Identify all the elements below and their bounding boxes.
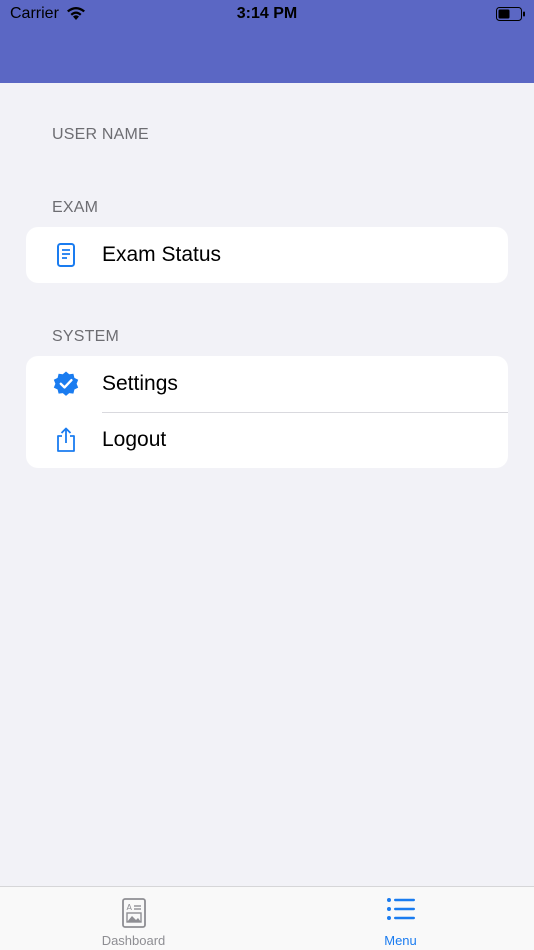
- status-time: 3:14 PM: [236, 5, 298, 22]
- list-icon: [267, 897, 534, 929]
- exam-group: Exam Status: [26, 227, 508, 283]
- dashboard-icon: A: [0, 897, 267, 929]
- logout-row[interactable]: Logout: [26, 412, 508, 468]
- settings-label: Settings: [102, 372, 178, 395]
- navigation-bar: [0, 28, 534, 83]
- settings-row[interactable]: Settings: [26, 356, 508, 412]
- exam-status-label: Exam Status: [102, 243, 222, 266]
- system-section-header: SYSTEM: [52, 328, 119, 345]
- exam-status-row[interactable]: Exam Status: [26, 227, 508, 283]
- status-bar: Carrier 3:14 PM: [0, 0, 534, 28]
- user-name-label: USER NAME: [52, 126, 149, 143]
- system-group: Settings Logout: [26, 356, 508, 468]
- tab-bar: A Dashboard Menu: [0, 886, 534, 950]
- share-icon: [52, 426, 80, 454]
- battery-icon: [496, 7, 526, 26]
- verified-badge-icon: [52, 370, 80, 398]
- tab-dashboard[interactable]: A Dashboard: [0, 887, 267, 950]
- exam-section-header: EXAM: [52, 199, 99, 216]
- tab-dashboard-label: Dashboard: [101, 933, 166, 948]
- svg-text:A: A: [126, 903, 132, 912]
- logout-label: Logout: [102, 428, 167, 451]
- tab-menu-label: Menu: [384, 933, 417, 948]
- document-icon: [52, 241, 80, 269]
- tab-menu[interactable]: Menu: [267, 887, 534, 950]
